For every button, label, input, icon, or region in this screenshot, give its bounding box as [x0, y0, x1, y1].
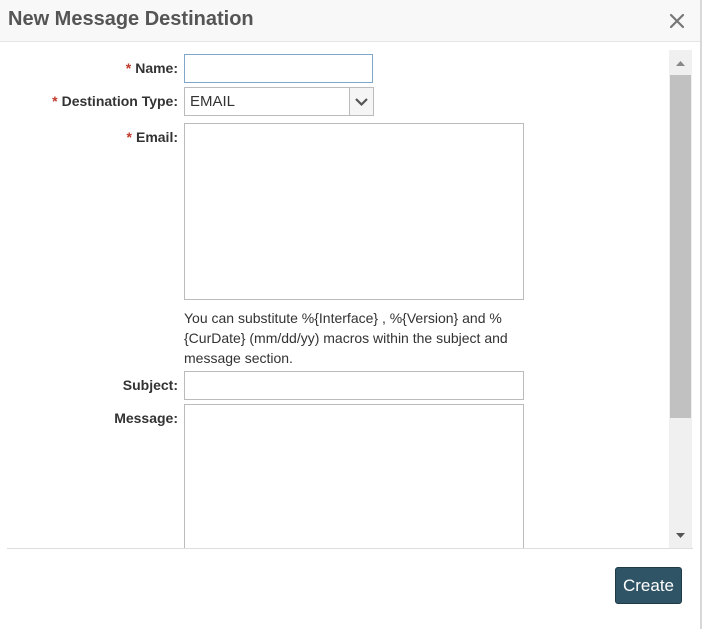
- destination-type-select[interactable]: EMAIL: [184, 87, 374, 116]
- chevron-down-icon[interactable]: [349, 88, 373, 115]
- scroll-up-arrow-icon[interactable]: [669, 52, 692, 74]
- dialog-body: * Name: * Destination Type: EMAIL * Email: …: [0, 42, 700, 548]
- create-button[interactable]: Create: [615, 567, 682, 604]
- required-marker: *: [126, 129, 132, 145]
- destination-type-value: EMAIL: [190, 93, 236, 110]
- email-textarea[interactable]: [184, 123, 524, 300]
- close-icon[interactable]: [666, 10, 688, 32]
- footer-divider: [7, 548, 693, 549]
- required-marker: *: [52, 93, 58, 109]
- subject-input[interactable]: [184, 371, 524, 400]
- name-label: * Name:: [125, 60, 178, 76]
- dialog-header: New Message Destination: [0, 0, 700, 42]
- vertical-scrollbar[interactable]: [669, 50, 692, 548]
- scrollbar-thumb[interactable]: [670, 75, 691, 418]
- message-textarea[interactable]: [184, 404, 524, 548]
- email-label: * Email:: [126, 129, 178, 145]
- name-input[interactable]: [184, 54, 373, 83]
- destination-type-label: * Destination Type:: [52, 93, 178, 109]
- subject-label: Subject:: [122, 377, 178, 393]
- required-marker: *: [125, 60, 132, 76]
- macro-hint-text: You can substitute %{Interface} , %{Vers…: [184, 310, 508, 366]
- dialog-title: New Message Destination: [8, 8, 254, 30]
- message-label: Message:: [114, 410, 178, 426]
- scroll-down-arrow-icon[interactable]: [669, 524, 692, 546]
